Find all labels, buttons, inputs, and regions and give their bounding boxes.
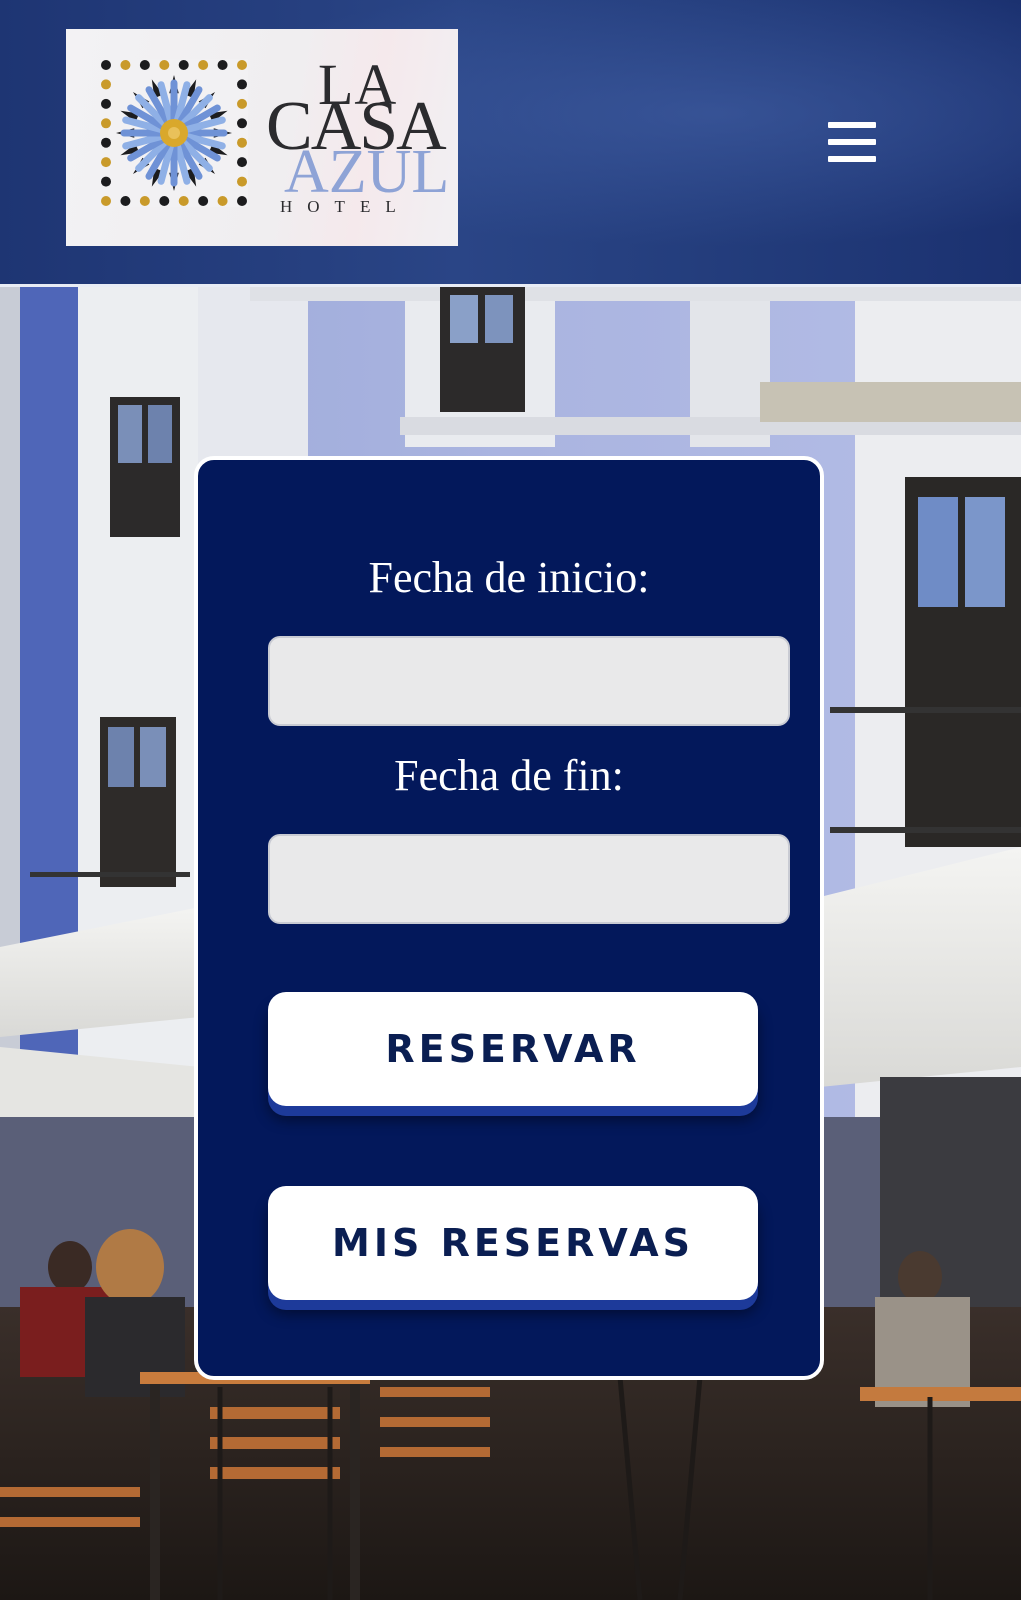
hotel-logo[interactable]: LA CASA AZUL HOTEL: [66, 29, 458, 246]
end-date-input[interactable]: [268, 834, 790, 924]
rosette-border-dot: [237, 157, 247, 168]
rosette-border-dot: [159, 60, 170, 70]
start-date-input[interactable]: [268, 636, 790, 726]
rosette-border-dot: [120, 60, 131, 70]
booking-form-card: Fecha de inicio: Fecha de fin: RESERVAR …: [194, 456, 824, 1380]
rosette-border-dot: [101, 98, 111, 109]
rosette-border-dot: [237, 176, 247, 187]
rosette-border-dot: [101, 196, 111, 206]
rosette-border-dot: [139, 196, 150, 206]
logo-text-hotel: HOTEL: [280, 197, 411, 216]
rosette-border-dot: [237, 98, 247, 109]
rosette-border-dot: [217, 196, 228, 206]
rosette-border-dot: [101, 79, 111, 90]
end-date-label: Fecha de fin:: [394, 751, 624, 800]
hamburger-menu-icon[interactable]: [828, 120, 876, 164]
rosette-border-dot: [120, 196, 131, 206]
site-header: LA CASA AZUL HOTEL: [0, 0, 1021, 287]
menu-bar: [828, 139, 876, 145]
rosette-border-dot: [237, 196, 247, 206]
rosette-border-dot: [237, 79, 247, 90]
rosette-border-dot: [101, 157, 111, 168]
menu-bar: [828, 122, 876, 128]
rosette-border-dot: [237, 137, 247, 148]
rosette-border-dot: [101, 176, 111, 187]
start-date-label: Fecha de inicio:: [368, 553, 650, 602]
menu-bar: [828, 156, 876, 162]
logo-wordmark: LA CASA AZUL HOTEL: [266, 51, 449, 221]
rosette-border-dot: [101, 60, 111, 70]
rosette-border-dot: [198, 196, 209, 206]
rosette-logo-icon: [100, 59, 248, 207]
rosette-border-dot: [198, 60, 209, 70]
rosette-border-dot: [237, 118, 247, 129]
rosette-border-dot: [237, 60, 247, 70]
rosette-border-dot: [139, 60, 150, 70]
rosette-border-dot: [159, 196, 170, 206]
rosette-border-dot: [217, 60, 228, 70]
rosette-border-dot: [178, 60, 189, 70]
my-bookings-button[interactable]: MIS RESERVAS: [268, 1186, 758, 1300]
rosette-border-dot: [101, 118, 111, 129]
rosette-border-dot: [178, 196, 189, 206]
reserve-button[interactable]: RESERVAR: [268, 992, 758, 1106]
rosette-border-dot: [101, 137, 111, 148]
rosette-center-inner: [168, 127, 180, 139]
